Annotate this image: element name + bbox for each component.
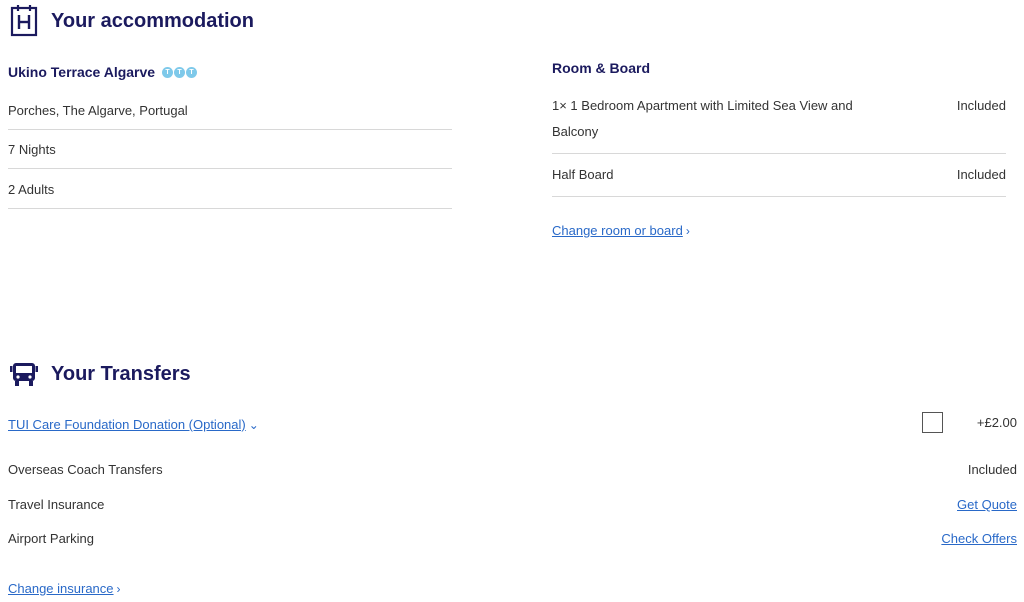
airport-parking-row: Airport Parking Check Offers bbox=[8, 529, 1017, 549]
donation-toggle[interactable]: TUI Care Foundation Donation (Optional) ⌄ bbox=[8, 416, 259, 434]
coach-transfers-label: Overseas Coach Transfers bbox=[8, 462, 163, 477]
coach-transfers-row: Overseas Coach Transfers Included bbox=[8, 460, 1017, 480]
travel-insurance-row: Travel Insurance Get Quote bbox=[8, 495, 1017, 515]
hotel-name-text: Ukino Terrace Algarve bbox=[8, 64, 156, 80]
airport-parking-label: Airport Parking bbox=[8, 531, 94, 546]
bus-icon bbox=[10, 360, 38, 388]
transfers-header: Your Transfers bbox=[10, 360, 191, 388]
change-insurance-link[interactable]: Change insurance bbox=[8, 581, 114, 596]
coach-transfers-value: Included bbox=[967, 462, 1017, 477]
check-offers-link[interactable]: Check Offers bbox=[941, 529, 1017, 549]
board-status: Included bbox=[956, 167, 1006, 182]
room-row: 1× 1 Bedroom Apartment with Limited Sea … bbox=[552, 93, 1006, 154]
chevron-right-icon: › bbox=[116, 582, 121, 596]
guests-text: 2 Adults bbox=[8, 182, 55, 197]
location-text: Porches, The Algarve, Portugal bbox=[8, 103, 188, 118]
hotel-icon bbox=[10, 5, 38, 37]
change-room-board[interactable]: Change room or board › bbox=[552, 222, 690, 240]
board-label: Half Board bbox=[552, 167, 614, 182]
accommodation-title: Your accommodation bbox=[51, 9, 254, 32]
accommodation-header: Your accommodation bbox=[10, 5, 254, 37]
hotel-name: Ukino Terrace Algarve T T T bbox=[8, 64, 198, 80]
nights-text: 7 Nights bbox=[8, 142, 56, 157]
rating-icon: T bbox=[162, 66, 174, 78]
change-insurance[interactable]: Change insurance › bbox=[8, 580, 121, 598]
donation-checkbox[interactable] bbox=[922, 412, 943, 433]
room-status: Included bbox=[956, 98, 1006, 113]
board-row: Half Board Included bbox=[552, 154, 1006, 197]
transfers-title: Your Transfers bbox=[51, 362, 191, 385]
change-room-board-link[interactable]: Change room or board bbox=[552, 223, 683, 238]
get-quote-link[interactable]: Get Quote bbox=[957, 495, 1017, 515]
chevron-right-icon: › bbox=[685, 224, 690, 238]
rating-icon: T bbox=[174, 66, 186, 78]
guests-row: 2 Adults bbox=[8, 169, 452, 209]
location-row: Porches, The Algarve, Portugal bbox=[8, 92, 452, 130]
room-board-title: Room & Board bbox=[552, 60, 650, 76]
donation-price: +£2.00 bbox=[976, 415, 1017, 430]
chevron-down-icon: ⌄ bbox=[248, 418, 259, 432]
donation-link[interactable]: TUI Care Foundation Donation (Optional) bbox=[8, 417, 246, 432]
nights-row: 7 Nights bbox=[8, 130, 452, 169]
travel-insurance-label: Travel Insurance bbox=[8, 497, 105, 512]
room-label: 1× 1 Bedroom Apartment with Limited Sea … bbox=[552, 98, 853, 139]
rating-badges: T T T bbox=[162, 66, 198, 78]
rating-icon: T bbox=[186, 66, 198, 78]
